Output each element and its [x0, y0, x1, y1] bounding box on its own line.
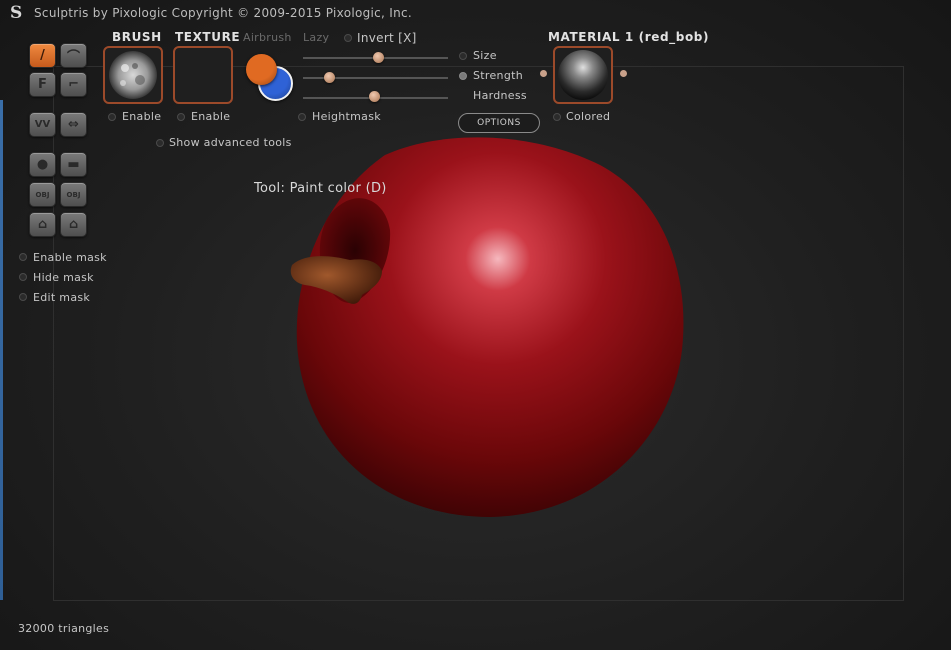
colored-radio[interactable] [553, 113, 561, 121]
smooth-icon: ⌐ [68, 77, 79, 92]
material-next-dot[interactable] [620, 70, 627, 77]
advanced-tools-label[interactable]: Show advanced tools [169, 136, 292, 149]
heightmask-radio[interactable] [298, 113, 306, 121]
smooth-tool[interactable]: ⌐ [60, 72, 87, 97]
texture-enable-radio[interactable] [177, 113, 185, 121]
bump-icon: ⌒ [66, 50, 80, 65]
hardness-label: Hardness [473, 89, 527, 102]
import-obj-tool[interactable]: OBJ [29, 182, 56, 207]
material-prev-dot[interactable] [540, 70, 547, 77]
open-icon: ⌂ [37, 217, 48, 232]
triangle-count: 32000 triangles [18, 622, 110, 635]
material-sphere-icon [558, 50, 608, 100]
options-button[interactable]: OPTIONS [458, 113, 540, 133]
strength-label: Strength [473, 69, 523, 82]
invert-radio[interactable] [344, 34, 352, 42]
plane-tool[interactable]: ▬ [60, 152, 87, 177]
symmetry-tool[interactable]: VV [29, 112, 56, 137]
plane-icon: ▬ [67, 157, 80, 172]
mirror-tool[interactable]: ⇔ [60, 112, 87, 137]
flatten-tool[interactable]: F [29, 72, 56, 97]
paint-brush-icon: / [40, 48, 45, 63]
brush-alpha-slot[interactable] [103, 46, 163, 104]
brush-enable-label[interactable]: Enable [122, 110, 161, 123]
texture-slot[interactable] [173, 46, 233, 104]
lazy-label[interactable]: Lazy [303, 31, 329, 44]
export-obj-tool[interactable]: OBJ [60, 182, 87, 207]
active-tool-label: Tool: Paint color (D) [254, 181, 387, 196]
hide-mask-radio[interactable] [19, 273, 27, 281]
size-slider-knob[interactable] [373, 52, 385, 63]
paint-bump-tool[interactable]: ⌒ [60, 43, 87, 68]
paint-brush-tool[interactable]: / [29, 43, 56, 68]
invert-label[interactable]: Invert [X] [357, 31, 417, 45]
colored-label[interactable]: Colored [566, 110, 610, 123]
hide-mask-label[interactable]: Hide mask [33, 271, 94, 284]
save-file-tool[interactable]: ⌂ [60, 212, 87, 237]
heightmask-label[interactable]: Heightmask [312, 110, 381, 123]
open-file-tool[interactable]: ⌂ [29, 212, 56, 237]
material-slot[interactable] [553, 46, 613, 104]
desktop-edge [0, 100, 3, 600]
arrows-horizontal-icon: ⇔ [68, 117, 79, 132]
strength-radio[interactable] [459, 72, 467, 80]
brush-alpha-icon [109, 51, 157, 99]
edit-mask-label[interactable]: Edit mask [33, 291, 90, 304]
save-icon: ⌂ [68, 217, 79, 232]
edit-mask-radio[interactable] [19, 293, 27, 301]
sphere-icon: ● [36, 157, 49, 172]
size-label: Size [473, 49, 497, 62]
advanced-tools-radio[interactable] [156, 139, 164, 147]
brush-header: BRUSH [112, 30, 162, 44]
material-header: MATERIAL 1 (red_bob) [548, 30, 710, 44]
enable-mask-label[interactable]: Enable mask [33, 251, 107, 264]
symmetry-icon: VV [34, 119, 51, 130]
sculptris-logo-icon: S [10, 3, 23, 23]
app-title: Sculptris by Pixologic Copyright © 2009-… [34, 6, 413, 20]
texture-enable-label[interactable]: Enable [191, 110, 230, 123]
f-icon: F [38, 77, 47, 92]
size-radio[interactable] [459, 52, 467, 60]
airbrush-label[interactable]: Airbrush [243, 31, 292, 44]
import-obj-icon: OBJ [35, 190, 50, 199]
hardness-slider-knob[interactable] [369, 91, 381, 102]
sphere-tool[interactable]: ● [29, 152, 56, 177]
primary-color-swatch[interactable] [246, 54, 277, 85]
texture-header: TEXTURE [175, 30, 241, 44]
export-obj-icon: OBJ [66, 190, 81, 199]
brush-enable-radio[interactable] [108, 113, 116, 121]
title-bar: S Sculptris by Pixologic Copyright © 200… [0, 0, 951, 26]
enable-mask-radio[interactable] [19, 253, 27, 261]
